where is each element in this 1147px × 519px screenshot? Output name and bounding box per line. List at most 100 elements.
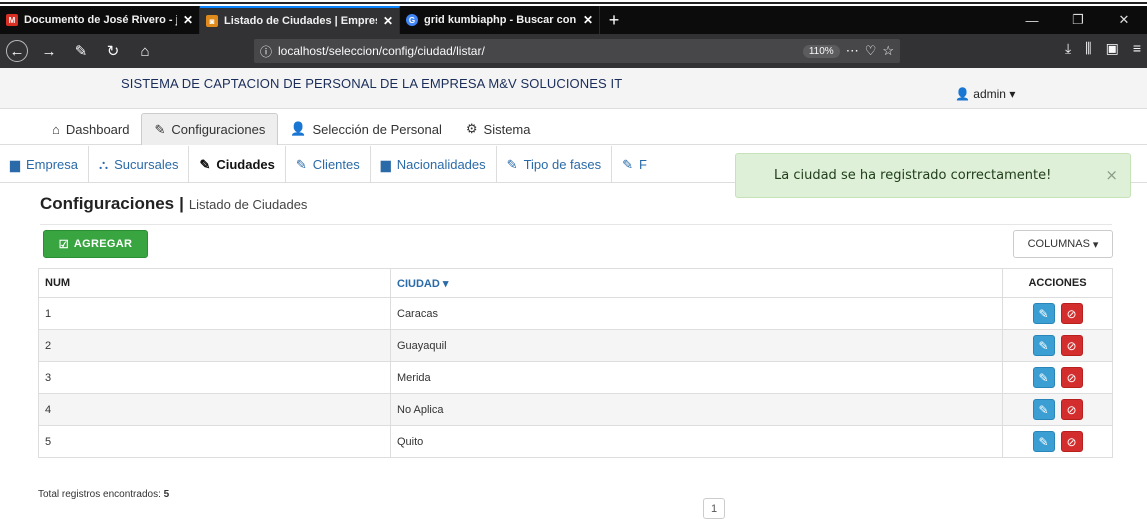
edit-button[interactable]: ✎ bbox=[1032, 335, 1055, 356]
menu-icon[interactable]: ≡ bbox=[1133, 40, 1141, 57]
subnav-nacionalidades[interactable]: ▆ Nacionalidades bbox=[371, 146, 497, 183]
page-title: Configuraciones bbox=[40, 194, 175, 213]
subnav-label: Clientes bbox=[312, 157, 360, 172]
close-icon[interactable]: ✕ bbox=[383, 14, 393, 28]
zoom-level[interactable]: 110% bbox=[802, 44, 840, 58]
browser-tab-listado[interactable]: ◙ Listado de Ciudades | Empresa ✕ bbox=[200, 6, 400, 34]
back-icon[interactable]: ← bbox=[6, 40, 28, 62]
browser-tab-gmail[interactable]: M Documento de José Rivero - jri ✕ bbox=[0, 6, 200, 34]
pagination-page-1[interactable]: 1 bbox=[703, 498, 725, 519]
nav-dashboard[interactable]: ⌂ Dashboard bbox=[40, 113, 141, 145]
caret-down-icon: ▾ bbox=[439, 277, 449, 290]
wrench-tool-icon[interactable]: ✎ bbox=[70, 40, 92, 62]
subnav-label: Empresa bbox=[26, 157, 79, 172]
cell-ciudad: Quito bbox=[390, 425, 1003, 458]
browser-tab-google[interactable]: G grid kumbiaphp - Buscar con G ✕ bbox=[400, 6, 600, 34]
new-tab-button[interactable]: + bbox=[600, 6, 628, 34]
subnav-f[interactable]: ✎ F bbox=[612, 146, 657, 183]
cell-num: 5 bbox=[38, 425, 391, 458]
app-favicon-icon: ◙ bbox=[206, 15, 218, 27]
table-row: 1 Caracas ✎ ⊘ bbox=[38, 297, 1113, 330]
subnav-ciudades[interactable]: ✎ Ciudades bbox=[189, 146, 286, 183]
url-text[interactable]: localhost/seleccion/config/ciudad/listar… bbox=[278, 44, 485, 58]
nav-sistema[interactable]: ⚙ Sistema bbox=[454, 113, 543, 145]
sitemap-icon: ⛬ bbox=[99, 156, 109, 172]
success-alert: La ciudad se ha registrado correctamente… bbox=[735, 153, 1131, 198]
heading-separator: | bbox=[179, 194, 184, 213]
delete-button[interactable]: ⊘ bbox=[1060, 303, 1083, 324]
columns-button[interactable]: COLUMNAS ▾ bbox=[1013, 230, 1113, 258]
info-icon[interactable]: ⓘ bbox=[260, 43, 272, 60]
edit-button[interactable]: ✎ bbox=[1032, 399, 1055, 420]
header-ciudad[interactable]: CIUDAD ▾ bbox=[390, 268, 1003, 298]
briefcase-icon: ▆ bbox=[380, 156, 391, 172]
download-icon[interactable]: ⤓ bbox=[1065, 40, 1071, 57]
minimize-icon[interactable]: — bbox=[1009, 6, 1055, 34]
toolbar-right: ⤓ ⫼ ▣ ≡ bbox=[1065, 40, 1141, 57]
page-actions-icon[interactable]: ⋯ bbox=[846, 43, 859, 59]
forward-icon[interactable]: → bbox=[38, 40, 60, 62]
close-icon[interactable]: ✕ bbox=[583, 13, 593, 27]
cell-num: 3 bbox=[38, 361, 391, 394]
url-bar[interactable]: ⓘ localhost/seleccion/config/ciudad/list… bbox=[254, 39, 900, 63]
cell-actions: ✎ ⊘ bbox=[1002, 425, 1113, 458]
edit-button[interactable]: ✎ bbox=[1032, 303, 1055, 324]
cell-ciudad: Caracas bbox=[390, 297, 1003, 330]
subnav-label: Sucursales bbox=[114, 157, 179, 172]
page-subtitle: Listado de Ciudades bbox=[188, 197, 308, 212]
subnav-label: F bbox=[639, 157, 647, 172]
divider bbox=[40, 224, 1112, 225]
home-icon[interactable]: ⌂ bbox=[134, 40, 156, 62]
table-row: 5 Quito ✎ ⊘ bbox=[38, 425, 1113, 458]
reload-icon[interactable]: ↻ bbox=[102, 40, 124, 62]
tab-title: Documento de José Rivero - jri bbox=[24, 14, 177, 26]
bookmark-star-icon[interactable]: ☆ bbox=[882, 43, 894, 59]
header-acciones: ACCIONES bbox=[1002, 268, 1113, 298]
wrench-icon: ✎ bbox=[295, 156, 307, 172]
tab-title: grid kumbiaphp - Buscar con G bbox=[424, 14, 577, 26]
add-button-label: AGREGAR bbox=[73, 238, 133, 250]
subnav-clientes[interactable]: ✎ Clientes bbox=[286, 146, 371, 183]
nav-configuraciones[interactable]: ✎ Configuraciones bbox=[141, 113, 279, 145]
delete-button[interactable]: ⊘ bbox=[1060, 335, 1083, 356]
add-button[interactable]: ☑ AGREGAR bbox=[43, 230, 148, 258]
user-menu[interactable]: 👤 admin ▾ bbox=[955, 87, 1015, 101]
edit-button[interactable]: ✎ bbox=[1032, 431, 1055, 452]
cell-ciudad: Guayaquil bbox=[390, 329, 1003, 362]
subnav-tipo-de-fases[interactable]: ✎ Tipo de fases bbox=[497, 146, 613, 183]
subnav-sucursales[interactable]: ⛬ Sucursales bbox=[89, 146, 190, 183]
user-icon: 👤 bbox=[955, 87, 970, 101]
caret-down-icon: ▾ bbox=[1092, 238, 1099, 251]
edit-button[interactable]: ✎ bbox=[1032, 367, 1055, 388]
cell-ciudad: No Aplica bbox=[390, 393, 1003, 426]
close-icon[interactable]: ✕ bbox=[183, 13, 193, 27]
cell-actions: ✎ ⊘ bbox=[1002, 393, 1113, 426]
header-num[interactable]: NUM bbox=[38, 268, 391, 298]
columns-button-label: COLUMNAS bbox=[1027, 238, 1090, 250]
close-window-icon[interactable]: ✕ bbox=[1101, 6, 1147, 34]
nav-seleccion[interactable]: 👤 Selección de Personal bbox=[278, 113, 454, 145]
nav-label: Sistema bbox=[483, 121, 531, 137]
caret-down-icon: ▾ bbox=[1009, 87, 1016, 101]
library-icon[interactable]: ⫼ bbox=[1085, 40, 1091, 57]
subnav-empresa[interactable]: ▆ Empresa bbox=[0, 146, 90, 183]
app-title: SISTEMA DE CAPTACION DE PERSONAL DE LA E… bbox=[121, 76, 623, 91]
table-row: 4 No Aplica ✎ ⊘ bbox=[38, 393, 1113, 426]
close-alert-button[interactable]: × bbox=[1105, 166, 1118, 184]
check-square-icon: ☑ bbox=[58, 238, 69, 251]
delete-button[interactable]: ⊘ bbox=[1060, 399, 1083, 420]
delete-button[interactable]: ⊘ bbox=[1060, 431, 1083, 452]
home-icon: ⌂ bbox=[52, 121, 60, 137]
username[interactable]: admin bbox=[973, 87, 1006, 101]
total-label: Total registros encontrados: bbox=[38, 489, 161, 500]
window-top-border bbox=[0, 0, 1147, 4]
table-row: 3 Merida ✎ ⊘ bbox=[38, 361, 1113, 394]
gmail-icon: M bbox=[6, 14, 18, 26]
header-ciudad-label: CIUDAD bbox=[397, 277, 440, 290]
window-controls: — ❐ ✕ bbox=[1009, 6, 1147, 34]
delete-button[interactable]: ⊘ bbox=[1060, 367, 1083, 388]
cell-actions: ✎ ⊘ bbox=[1002, 329, 1113, 362]
sidebar-icon[interactable]: ▣ bbox=[1106, 40, 1119, 57]
restore-icon[interactable]: ❐ bbox=[1055, 6, 1101, 34]
pocket-icon[interactable]: ♡ bbox=[865, 43, 877, 59]
